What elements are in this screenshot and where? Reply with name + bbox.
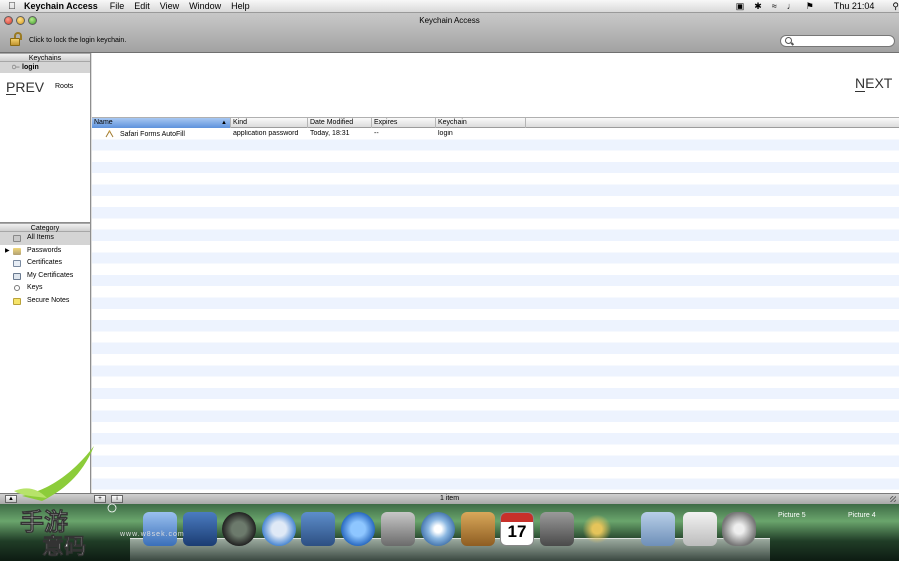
picture-5-label[interactable]: Picture 5 xyxy=(778,512,806,519)
lock-icon[interactable] xyxy=(10,32,22,46)
cell-date-modified: Today, 18:31 xyxy=(310,130,350,138)
safari-icon[interactable] xyxy=(262,512,296,546)
search-icon xyxy=(785,37,792,44)
iphoto-icon[interactable] xyxy=(381,512,415,546)
all-items-icon xyxy=(13,235,21,242)
items-table: Safari Forms AutoFill application passwo… xyxy=(92,128,899,493)
finder-icon[interactable] xyxy=(143,512,177,546)
cell-expires: -- xyxy=(374,130,379,138)
keychain-access-icon[interactable] xyxy=(580,512,614,546)
lock-hint: Click to lock the login keychain. xyxy=(29,37,127,44)
window-toolbar: Keychain Access Click to lock the login … xyxy=(0,13,899,53)
flag-icon[interactable]: ⚑ xyxy=(806,1,814,12)
applications-folder-icon[interactable] xyxy=(641,512,675,546)
menu-window[interactable]: Window xyxy=(189,1,221,11)
watermark-logo: 手游 意码 xyxy=(14,446,117,558)
picture-4-label[interactable]: Picture 4 xyxy=(848,512,876,519)
keychains-header: Keychains xyxy=(0,53,90,62)
keychain-icon xyxy=(12,64,20,70)
main-panel: Name ▲ Kind Date Modified Expires Keycha… xyxy=(92,53,899,493)
category-item-my-certificates[interactable]: My Certificates xyxy=(0,270,90,283)
window-title: Keychain Access xyxy=(419,16,480,25)
ical-icon[interactable]: 17 xyxy=(500,512,534,546)
spotlight-icon[interactable]: ⚲ xyxy=(892,1,899,12)
address-book-icon[interactable] xyxy=(461,512,495,546)
category-label: Passwords xyxy=(27,246,62,254)
sort-ascending-icon: ▲ xyxy=(221,120,227,126)
secure-note-icon xyxy=(13,297,21,305)
category-item-passwords[interactable]: ▶ Passwords xyxy=(0,245,90,258)
certificate-icon xyxy=(13,260,21,267)
category-item-all-items[interactable]: All Items xyxy=(0,232,90,245)
ichat-icon[interactable] xyxy=(341,512,375,546)
trash-icon[interactable] xyxy=(722,512,756,546)
item-preview-area xyxy=(92,53,899,118)
column-header-spacer xyxy=(526,118,899,128)
resize-grip-icon[interactable] xyxy=(890,496,896,502)
sidebar: Keychains login Roots Category All Items… xyxy=(0,53,91,493)
disclosure-triangle-icon[interactable]: ▶ xyxy=(5,245,10,258)
svg-text:手游: 手游 xyxy=(20,508,68,536)
category-item-keys[interactable]: Keys xyxy=(0,282,90,295)
column-header-kind[interactable]: Kind xyxy=(231,118,308,128)
category-label: Secure Notes xyxy=(27,296,70,304)
table-header: Name ▲ Kind Date Modified Expires Keycha… xyxy=(92,118,899,128)
category-label: All Items xyxy=(27,234,54,241)
cell-keychain: login xyxy=(438,130,453,138)
category-item-secure-notes[interactable]: Secure Notes xyxy=(0,295,90,308)
keychain-item-login[interactable]: login xyxy=(0,62,90,73)
menubar-clock[interactable]: Thu 21:04 xyxy=(834,1,875,11)
wifi-icon[interactable]: ≈ xyxy=(772,1,777,11)
next-button[interactable]: NEXT xyxy=(855,75,892,92)
category-list: All Items ▶ Passwords Certificates My Ce… xyxy=(0,232,90,307)
time-machine-icon[interactable] xyxy=(222,512,256,546)
keychain-label: Roots xyxy=(55,83,74,90)
volume-icon[interactable]: ♩ xyxy=(787,1,796,11)
category-item-certificates[interactable]: Certificates xyxy=(0,257,90,270)
table-row[interactable]: Safari Forms AutoFill application passwo… xyxy=(92,128,899,139)
category-label: Keys xyxy=(27,284,43,291)
itunes-icon[interactable] xyxy=(421,512,455,546)
menu-edit[interactable]: Edit xyxy=(134,1,150,11)
cell-name: Safari Forms AutoFill xyxy=(92,129,231,138)
menu-help[interactable]: Help xyxy=(231,1,250,11)
key-icon xyxy=(14,285,20,291)
category-label: Certificates xyxy=(27,259,63,266)
passwords-icon xyxy=(13,247,21,255)
column-header-keychain[interactable]: Keychain xyxy=(436,118,526,128)
menu-view[interactable]: View xyxy=(160,1,179,11)
mail-stamp-icon[interactable] xyxy=(301,512,335,546)
dashboard-icon[interactable] xyxy=(183,512,217,546)
application-password-icon xyxy=(105,129,114,137)
watermark-site-text: www.w8sek.com xyxy=(120,531,185,538)
cell-kind: application password xyxy=(233,130,299,138)
apple-menu-icon[interactable]:  xyxy=(0,1,24,12)
menu-file[interactable]: File xyxy=(110,1,125,11)
app-menu[interactable]: Keychain Access xyxy=(24,1,98,11)
my-certificate-icon xyxy=(13,272,21,280)
menu-extras: ▣ ✱ ≈ ♩ ⚑ Thu 21:04 ⚲ xyxy=(726,1,899,12)
column-header-date-modified[interactable]: Date Modified xyxy=(308,118,372,128)
svg-text:意码: 意码 xyxy=(42,534,86,558)
status-bar: ▲ + i 1 item xyxy=(0,493,899,504)
category-label: My Certificates xyxy=(27,271,74,279)
prev-button[interactable]: PREV xyxy=(0,75,48,98)
column-header-name[interactable]: Name ▲ xyxy=(92,118,231,128)
search-field[interactable] xyxy=(780,35,895,47)
system-preferences-icon[interactable] xyxy=(540,512,574,546)
display-icon[interactable]: ▣ xyxy=(736,1,745,12)
picture-document-icon[interactable] xyxy=(683,512,717,546)
category-header: Category xyxy=(0,223,90,232)
menu-bar:  Keychain Access File Edit View Window … xyxy=(0,0,899,13)
keychain-label: login xyxy=(22,64,39,71)
item-count: 1 item xyxy=(439,495,460,502)
bluetooth-icon[interactable]: ✱ xyxy=(754,1,762,12)
column-header-expires[interactable]: Expires xyxy=(372,118,436,128)
